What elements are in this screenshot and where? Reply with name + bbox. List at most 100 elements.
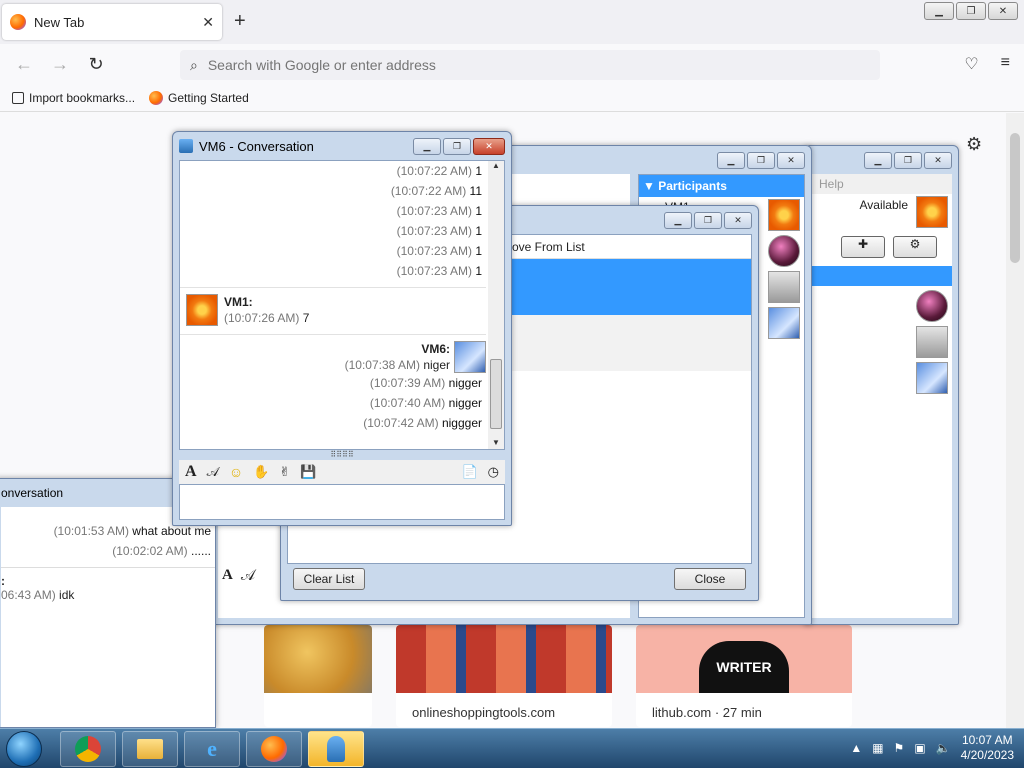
clear-list-button[interactable]: Clear List bbox=[293, 568, 365, 590]
avatar bbox=[916, 196, 948, 228]
message-text: 1 bbox=[475, 204, 482, 218]
ie-taskbar-button[interactable]: e bbox=[184, 731, 240, 767]
bookmark-getting-started[interactable]: Getting Started bbox=[149, 90, 249, 105]
message-text: 7 bbox=[302, 311, 310, 325]
message-history[interactable]: (10:07:22 AM) 1 (10:07:22 AM) 11 (10:07:… bbox=[179, 160, 505, 450]
gear-icon[interactable]: ⚙ bbox=[966, 134, 982, 155]
close-button[interactable]: ✕ bbox=[777, 151, 805, 169]
restore-button[interactable]: ❐ bbox=[694, 211, 722, 229]
back-button[interactable]: ← bbox=[6, 54, 42, 75]
top-site-tile[interactable]: onlineshoppingtools.com bbox=[396, 625, 612, 727]
message-text: 11 bbox=[469, 184, 482, 198]
participants-header[interactable]: ▼ Participants bbox=[639, 175, 804, 197]
messenger-taskbar-button[interactable] bbox=[308, 731, 364, 767]
navigation-bar: ← → ↻ ⌕ ♡ ≡ bbox=[0, 44, 1024, 84]
clock-time: 10:07 AM bbox=[961, 733, 1013, 747]
minimize-button[interactable]: ▁ bbox=[717, 151, 745, 169]
top-site-tile[interactable] bbox=[264, 625, 372, 727]
group-icon[interactable]: ⚙ bbox=[893, 236, 937, 258]
restore-button[interactable]: ❐ bbox=[443, 137, 471, 155]
messenger-icon bbox=[179, 139, 193, 153]
close-button[interactable]: ✕ bbox=[724, 211, 752, 229]
menu-help[interactable]: Help bbox=[811, 174, 952, 194]
close-tab-icon[interactable]: ✕ bbox=[202, 14, 214, 31]
avatar bbox=[768, 199, 800, 231]
splitter-grip[interactable]: ⠿⠿⠿⠿ bbox=[179, 450, 505, 460]
wink-icon[interactable]: ✌ bbox=[279, 464, 290, 480]
close-button[interactable]: ✕ bbox=[924, 151, 952, 169]
minimize-button[interactable]: ▁ bbox=[664, 211, 692, 229]
contact-row-selected[interactable] bbox=[811, 266, 952, 286]
bookmark-import[interactable]: Import bookmarks... bbox=[12, 91, 135, 105]
show-hidden-icons[interactable]: ▲ bbox=[850, 741, 862, 755]
restore-button[interactable]: ❐ bbox=[956, 2, 986, 20]
sender-name: VM6: bbox=[421, 342, 450, 356]
forward-button[interactable]: → bbox=[42, 54, 78, 75]
message-text: 1 bbox=[475, 224, 482, 238]
reload-button[interactable]: ↻ bbox=[78, 54, 114, 75]
firefox-taskbar-button[interactable] bbox=[246, 731, 302, 767]
nudge-icon[interactable]: ✋ bbox=[253, 464, 269, 480]
minimize-button[interactable]: ▁ bbox=[864, 151, 892, 169]
restore-button[interactable]: ❐ bbox=[747, 151, 775, 169]
timestamp: (10:07:22 AM) bbox=[396, 164, 472, 178]
timestamp: (10:07:23 AM) bbox=[396, 264, 472, 278]
minimize-button[interactable]: ▁ bbox=[413, 137, 441, 155]
send-file-icon[interactable]: 📄 bbox=[461, 464, 477, 480]
vm6-conversation-window: VM6 - Conversation ▁ ❐ ✕ (10:07:22 AM) 1… bbox=[172, 131, 512, 526]
message-text: what about me bbox=[132, 524, 211, 538]
emoticon-icon[interactable]: ☺ bbox=[229, 464, 243, 480]
history-icon[interactable]: ◷ bbox=[488, 464, 499, 480]
message-line: (10:07:22 AM) 11 bbox=[180, 181, 486, 201]
chrome-taskbar-button[interactable] bbox=[60, 731, 116, 767]
bookmark-label: Getting Started bbox=[168, 90, 249, 105]
new-tab-button[interactable]: + bbox=[234, 10, 246, 33]
start-button[interactable] bbox=[6, 731, 42, 767]
display-icon[interactable]: ▣ bbox=[914, 741, 925, 755]
avatar bbox=[916, 362, 948, 394]
save-icon[interactable]: 💾 bbox=[300, 464, 316, 480]
avatar bbox=[916, 290, 948, 322]
page-scrollbar[interactable] bbox=[1006, 113, 1024, 728]
avatar bbox=[916, 326, 948, 358]
writer-shirt: WRITER bbox=[699, 641, 789, 693]
close-button[interactable]: ✕ bbox=[473, 137, 505, 155]
tile-label bbox=[264, 693, 372, 717]
font-icon[interactable]: A bbox=[185, 463, 197, 481]
message-text: 1 bbox=[475, 164, 482, 178]
font-style-icon[interactable]: 𝒜 bbox=[241, 567, 255, 584]
action-center-icon[interactable]: ⚑ bbox=[894, 741, 905, 755]
address-input[interactable] bbox=[207, 57, 808, 73]
message-input[interactable] bbox=[179, 484, 505, 520]
message-line: (10:07:23 AM) 1 bbox=[180, 241, 486, 261]
explorer-taskbar-button[interactable] bbox=[122, 731, 178, 767]
top-site-tile[interactable]: WRITER lithub.com · 27 min bbox=[636, 625, 852, 727]
minimize-button[interactable]: ▁ bbox=[924, 2, 954, 20]
font-style-icon[interactable]: 𝒜 bbox=[207, 464, 219, 480]
restore-button[interactable]: ❐ bbox=[894, 151, 922, 169]
status-label[interactable]: Available bbox=[860, 198, 908, 212]
volume-icon[interactable]: 🔈 bbox=[936, 741, 951, 755]
participants-title: Participants bbox=[658, 179, 727, 193]
timestamp: (10:07:22 AM) bbox=[390, 184, 467, 198]
message-text: niger bbox=[423, 358, 450, 372]
network-icon[interactable]: ▦ bbox=[872, 741, 883, 755]
firefox-icon bbox=[10, 14, 26, 30]
firefox-icon bbox=[149, 90, 164, 105]
avatar bbox=[768, 235, 800, 267]
vm6-message-block: VM6: (10:07:38 AM) niger (10:07:39 AM) n… bbox=[180, 334, 486, 433]
pocket-icon[interactable]: ♡ bbox=[964, 54, 978, 74]
timestamp: (10:07:23 AM) bbox=[396, 204, 472, 218]
timestamp: (10:02:02 AM) bbox=[112, 544, 188, 558]
address-bar[interactable]: ⌕ bbox=[180, 50, 880, 80]
close-button[interactable]: ✕ bbox=[988, 2, 1018, 20]
font-icon[interactable]: A bbox=[222, 567, 233, 584]
history-scrollbar[interactable]: ▲ ▼ bbox=[488, 161, 504, 449]
add-contact-icon[interactable]: ✚ bbox=[841, 236, 885, 258]
close-list-button[interactable]: Close bbox=[674, 568, 746, 590]
clock[interactable]: 10:07 AM 4/20/2023 bbox=[961, 733, 1014, 763]
menu-icon[interactable]: ≡ bbox=[1001, 54, 1010, 74]
timestamp: 06:43 AM) bbox=[1, 588, 56, 602]
message-line: (10:02:02 AM) ...... bbox=[1, 541, 215, 561]
tab-new-tab[interactable]: New Tab ✕ bbox=[2, 4, 222, 40]
